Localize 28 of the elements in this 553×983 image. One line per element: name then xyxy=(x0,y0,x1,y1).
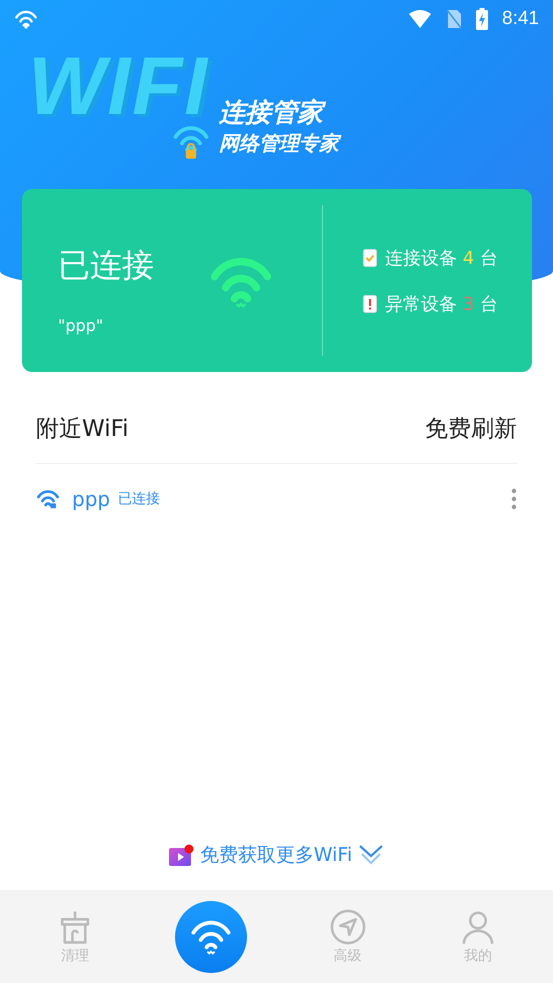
device-count: 连接设备 4 台 xyxy=(385,246,498,270)
nav-tab[interactable]: 我的 xyxy=(448,908,508,964)
wifi-signal-icon xyxy=(408,9,432,29)
section-title: 附近WiFi xyxy=(36,414,129,444)
nav-tab[interactable]: 清理 xyxy=(45,908,106,964)
network-name[interactable]: ppp xyxy=(72,487,110,511)
wifi-signal-icon xyxy=(14,9,38,29)
connection-status: 已连接 xyxy=(58,245,154,286)
refresh-button[interactable]: 免费刷新 xyxy=(425,412,517,444)
nav-tab[interactable]: 高级 xyxy=(318,908,378,964)
app-subtitle: 网络管理专家 xyxy=(219,130,340,156)
checkbox-icon xyxy=(363,248,377,266)
alert-icon xyxy=(363,294,377,312)
app-title: 连接管家 xyxy=(219,96,340,130)
battery-charging-icon xyxy=(476,8,488,30)
device-count: 异常设备 3 台 xyxy=(385,292,498,316)
logo-text: WIFI xyxy=(28,50,210,124)
network-status: 已连接 xyxy=(118,490,160,508)
more-icon[interactable] xyxy=(511,488,517,510)
chevron-down-icon[interactable] xyxy=(358,844,384,866)
network-name: "ppp" xyxy=(58,316,104,335)
no-sim-icon xyxy=(446,9,462,29)
video-icon[interactable] xyxy=(168,844,194,866)
promo-link[interactable]: 免费获取更多WiFi xyxy=(200,842,352,868)
compass-icon xyxy=(330,908,366,944)
person-icon xyxy=(460,908,496,944)
clock-time: 8:41 xyxy=(502,8,539,30)
wifi-lock-icon xyxy=(171,124,212,160)
